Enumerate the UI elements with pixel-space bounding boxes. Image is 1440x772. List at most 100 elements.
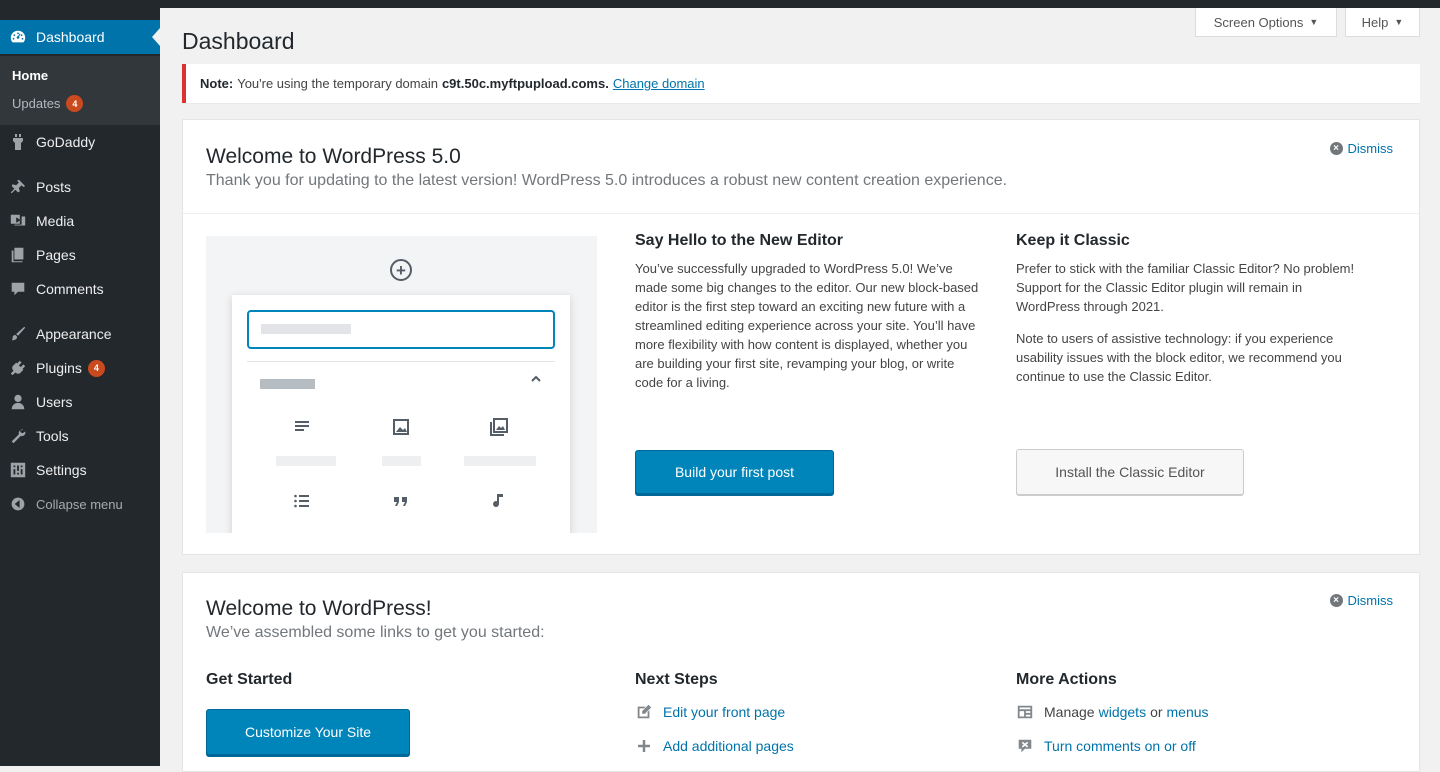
inserter-search-field — [247, 310, 555, 349]
manage-widgets-menus-row: Manage widgets or menus — [1016, 703, 1209, 721]
menus-link[interactable]: menus — [1167, 704, 1209, 720]
admin-bar — [0, 0, 1440, 8]
welcome-50-subtitle: Thank you for updating to the latest ver… — [206, 172, 1008, 189]
pages-icon — [0, 246, 36, 264]
keep-classic-text: Prefer to stick with the familiar Classi… — [1016, 261, 1355, 314]
customize-site-button[interactable]: Customize Your Site — [206, 709, 410, 755]
domain-notice: Note: You're using the temporary domain … — [182, 64, 1420, 103]
notice-text: You're using the temporary domain — [237, 76, 438, 91]
add-pages-link[interactable]: Add additional pages — [635, 737, 794, 755]
or-label: or — [1150, 704, 1163, 720]
collapse-arrow-icon — [0, 496, 36, 512]
sidebar-item-label: Plugins — [36, 360, 82, 376]
paintbrush-icon — [0, 325, 36, 343]
sidebar-item-label: Dashboard — [36, 29, 105, 45]
keep-classic-heading: Keep it Classic — [1016, 232, 1130, 249]
welcome-panel: Welcome to WordPress! We’ve assembled so… — [182, 572, 1420, 772]
sidebar-item-media[interactable]: Media — [0, 204, 160, 238]
sidebar-item-label: Pages — [36, 247, 76, 263]
submenu-item-home[interactable]: Home — [12, 68, 48, 83]
sidebar-item-plugins[interactable]: Plugins 4 — [0, 351, 160, 385]
sidebar-item-label: Settings — [36, 462, 87, 478]
dismiss-label: Dismiss — [1347, 141, 1394, 156]
sidebar-item-users[interactable]: Users — [0, 385, 160, 419]
toggle-comments-label: Turn comments on or off — [1044, 738, 1196, 754]
help-label: Help — [1361, 14, 1389, 30]
sidebar-item-godaddy[interactable]: GoDaddy — [0, 125, 160, 159]
sidebar-item-label: Posts — [36, 179, 72, 195]
collapse-menu-button[interactable]: Collapse menu — [0, 487, 160, 521]
plus-icon — [635, 737, 653, 755]
edit-front-page-label: Edit your front page — [663, 704, 786, 720]
sidebar-item-pages[interactable]: Pages — [0, 238, 160, 272]
new-editor-text: You’ve successfully upgraded to WordPres… — [635, 261, 979, 390]
dismiss-welcome-50-button[interactable]: × Dismiss — [1329, 141, 1394, 156]
sidebar-item-settings[interactable]: Settings — [0, 453, 160, 487]
edit-front-page-link[interactable]: Edit your front page — [635, 703, 785, 721]
welcome-50-panel: Welcome to WordPress 5.0 Thank you for u… — [182, 119, 1420, 555]
add-pages-label: Add additional pages — [663, 738, 794, 754]
caret-down-icon: ▼ — [1309, 17, 1319, 27]
notice-domain: c9t.50c.myftpupload.com — [441, 76, 598, 91]
install-classic-editor-button[interactable]: Install the Classic Editor — [1016, 449, 1244, 495]
manage-label: Manage — [1044, 704, 1095, 720]
sidebar-item-label: GoDaddy — [36, 134, 96, 150]
current-menu-arrow — [152, 28, 160, 46]
admin-sidebar: Dashboard Home Updates 4 GoDaddy Posts M… — [0, 8, 160, 766]
dismiss-welcome-button[interactable]: × Dismiss — [1329, 593, 1393, 608]
add-block-icon: + — [390, 259, 412, 281]
welcome-50-title: Welcome to WordPress 5.0 — [206, 145, 461, 168]
wrench-icon — [0, 427, 36, 445]
block-inserter-card — [232, 295, 570, 533]
chevron-up-icon — [530, 372, 542, 388]
gallery-block-icon — [489, 417, 511, 439]
edit-page-icon — [635, 703, 653, 721]
screen-options-button[interactable]: Screen Options ▼ — [1195, 8, 1337, 37]
godaddy-icon — [0, 133, 36, 151]
user-icon — [0, 393, 36, 411]
more-actions-heading: More Actions — [1016, 671, 1117, 688]
sidebar-item-comments[interactable]: Comments — [0, 272, 160, 306]
sidebar-item-tools[interactable]: Tools — [0, 419, 160, 453]
widgets-link[interactable]: widgets — [1099, 704, 1146, 720]
next-steps-heading: Next Steps — [635, 671, 718, 688]
submenu-item-label: Updates — [12, 96, 61, 111]
page-title: Dashboard — [182, 28, 295, 54]
notice-label: Note: — [200, 76, 234, 91]
list-block-icon — [292, 491, 314, 513]
comments-off-icon — [1016, 737, 1034, 755]
caret-down-icon: ▼ — [1394, 17, 1404, 27]
close-circle-icon: × — [1329, 142, 1343, 155]
paragraph-block-icon — [292, 417, 314, 439]
screen-options-label: Screen Options — [1213, 14, 1304, 30]
widgets-icon — [1016, 703, 1034, 721]
toggle-comments-link[interactable]: Turn comments on or off — [1016, 737, 1196, 755]
sidebar-item-label: Tools — [36, 428, 69, 444]
welcome-title: Welcome to WordPress! — [206, 597, 432, 620]
welcome-subtitle: We’ve assembled some links to get you st… — [206, 624, 545, 641]
build-first-post-button[interactable]: Build your first post — [635, 450, 834, 494]
pushpin-icon — [0, 178, 36, 196]
image-block-icon — [391, 417, 413, 439]
sidebar-item-dashboard[interactable]: Dashboard — [0, 20, 160, 54]
get-started-heading: Get Started — [206, 671, 293, 688]
sidebar-item-posts[interactable]: Posts — [0, 170, 160, 204]
dashboard-submenu: Home Updates 4 — [0, 56, 160, 125]
dashboard-gauge-icon — [0, 28, 36, 46]
quote-block-icon — [391, 491, 413, 513]
sidebar-item-label: Comments — [36, 281, 104, 297]
panel-divider — [183, 213, 1419, 214]
notice-domain-suffix: s. — [598, 76, 609, 91]
change-domain-link[interactable]: Change domain — [613, 76, 705, 91]
close-circle-icon: × — [1329, 594, 1343, 607]
help-button[interactable]: Help ▼ — [1345, 8, 1420, 37]
block-editor-illustration: + — [206, 236, 597, 533]
submenu-item-updates[interactable]: Updates 4 — [12, 95, 84, 112]
collapse-menu-label: Collapse menu — [36, 496, 123, 512]
new-editor-heading: Say Hello to the New Editor — [635, 232, 844, 249]
assistive-tech-note: Note to users of assistive technology: i… — [1016, 331, 1342, 384]
sidebar-item-appearance[interactable]: Appearance — [0, 317, 160, 351]
plugins-count-badge: 4 — [87, 359, 105, 377]
sidebar-item-label: Users — [36, 394, 73, 410]
sidebar-item-label: Media — [36, 213, 75, 229]
